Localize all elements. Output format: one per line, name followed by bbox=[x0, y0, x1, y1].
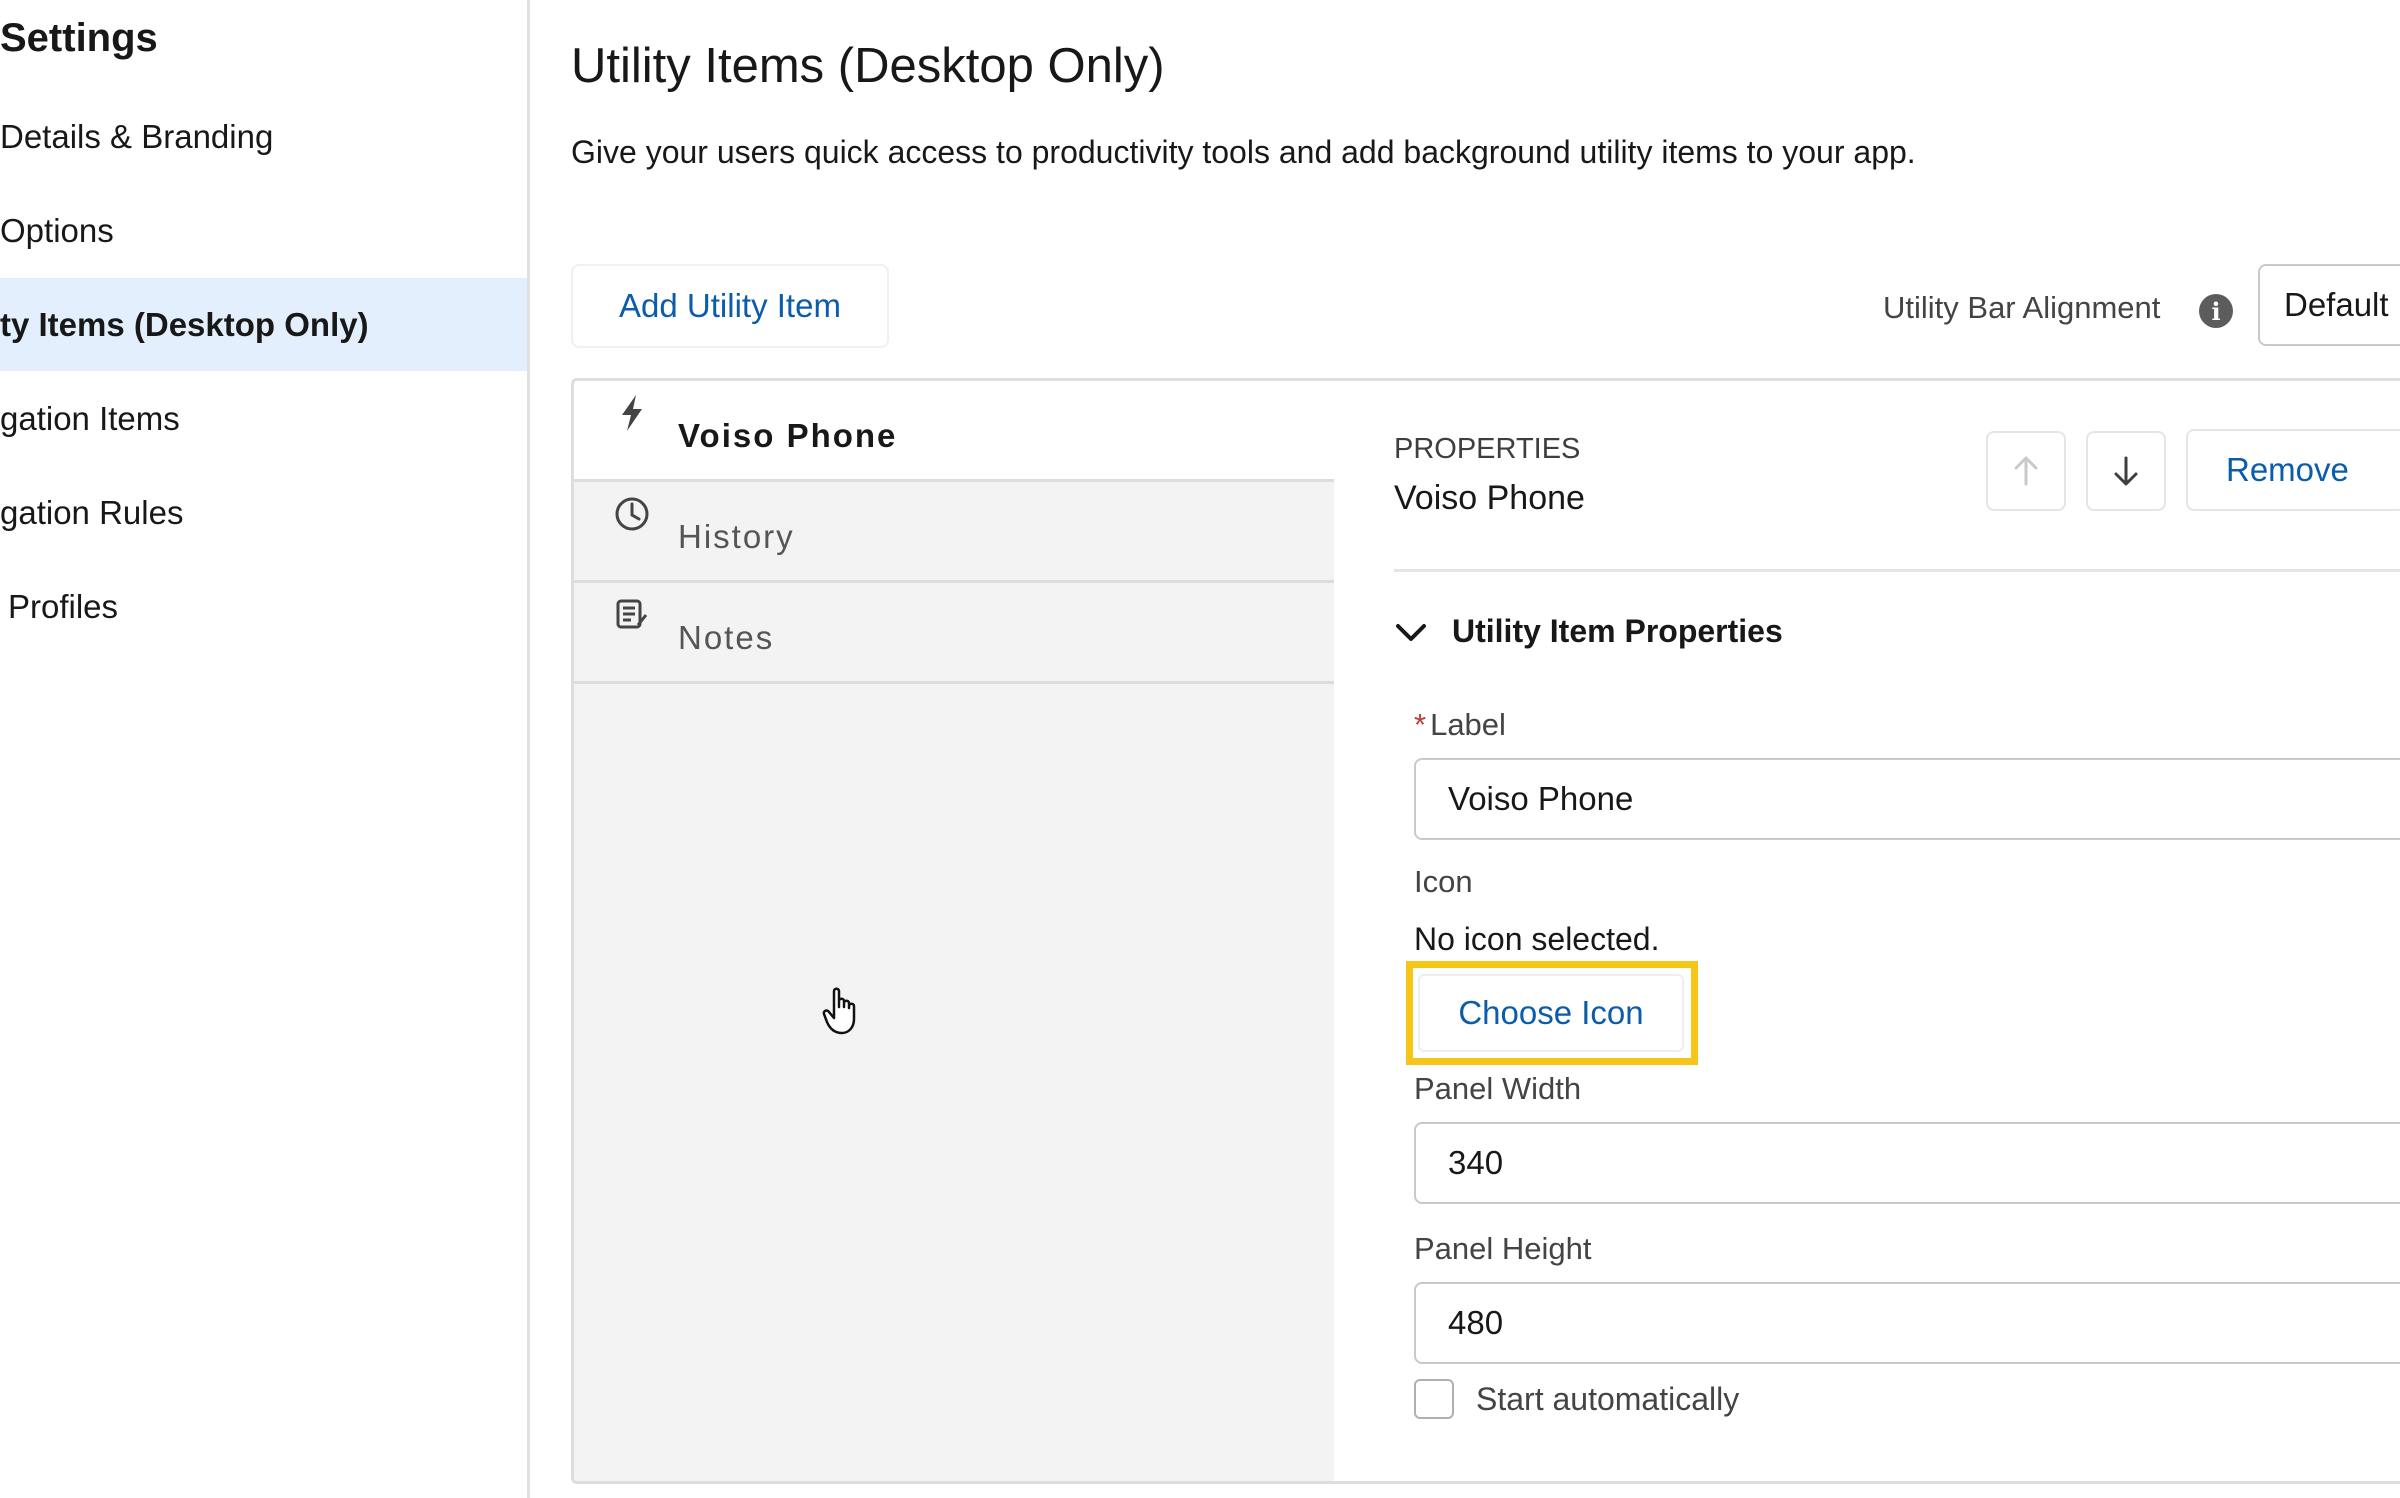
no-icon-status: No icon selected. bbox=[1414, 921, 1660, 957]
section-title: Utility Item Properties bbox=[1452, 613, 1783, 649]
label-field-label: * Label bbox=[1414, 707, 1506, 743]
move-up-button[interactable] bbox=[1986, 431, 2066, 511]
sidebar-item-label: Profiles bbox=[8, 588, 119, 625]
chevron-down-icon bbox=[1396, 624, 1426, 641]
hand-cursor-icon bbox=[822, 987, 856, 1035]
utility-item-list: Voiso Phone History Notes bbox=[574, 381, 1334, 1481]
sidebar-title: Settings bbox=[0, 16, 158, 60]
sidebar-item-options[interactable]: Options bbox=[0, 184, 527, 277]
sidebar-item-label: ty Items (Desktop Only) bbox=[0, 306, 369, 343]
choose-icon-button[interactable]: Choose Icon bbox=[1418, 974, 1684, 1052]
sidebar-item-label: gation Rules bbox=[0, 494, 184, 531]
utility-bar-alignment-select[interactable]: Default bbox=[2258, 264, 2400, 346]
utility-list-item-voiso-phone[interactable]: Voiso Phone bbox=[574, 381, 1334, 482]
start-automatically-checkbox[interactable] bbox=[1414, 1379, 1454, 1419]
page-title: Utility Items (Desktop Only) bbox=[571, 39, 1165, 93]
sidebar-item-utility-items[interactable]: ty Items (Desktop Only) bbox=[0, 278, 527, 371]
utility-list-item-label: Notes bbox=[678, 619, 775, 656]
sidebar-item-navigation-items[interactable]: gation Items bbox=[0, 372, 527, 465]
icon-field-label: Icon bbox=[1414, 864, 1473, 899]
start-automatically-label: Start automatically bbox=[1476, 1381, 1740, 1417]
sidebar-item-label: Options bbox=[0, 212, 114, 249]
panel-width-label: Panel Width bbox=[1414, 1071, 1582, 1106]
utility-items-panel: Voiso Phone History Notes PROPERTIES Voi… bbox=[571, 378, 2400, 1484]
sidebar-item-label: gation Items bbox=[0, 400, 180, 437]
panel-height-input[interactable]: 480 bbox=[1414, 1282, 2400, 1364]
properties-item-name: Voiso Phone bbox=[1394, 479, 1585, 517]
sidebar-item-details-branding[interactable]: Details & Branding bbox=[0, 90, 527, 183]
remove-button[interactable]: Remove bbox=[2186, 429, 2400, 511]
move-down-button[interactable] bbox=[2086, 431, 2166, 511]
divider bbox=[1394, 569, 2400, 572]
lightning-icon bbox=[622, 395, 642, 431]
add-utility-item-button[interactable]: Add Utility Item bbox=[571, 264, 889, 348]
sidebar: Settings Details & Branding Options ty I… bbox=[0, 0, 530, 1498]
utility-list-item-history[interactable]: History bbox=[574, 482, 1334, 583]
panel-height-label: Panel Height bbox=[1414, 1231, 1592, 1266]
properties-eyebrow: PROPERTIES bbox=[1394, 433, 1581, 465]
arrow-up-icon bbox=[2014, 456, 2038, 486]
properties-pane: PROPERTIES Voiso Phone Remove Utility It… bbox=[1334, 381, 2400, 1481]
arrow-down-icon bbox=[2114, 456, 2138, 486]
info-icon[interactable]: i bbox=[2199, 294, 2233, 328]
utility-list-item-label: History bbox=[678, 518, 795, 555]
required-marker: * bbox=[1414, 707, 1427, 742]
notes-icon bbox=[616, 599, 648, 629]
utility-list-item-label: Voiso Phone bbox=[678, 417, 898, 454]
main-content: Utility Items (Desktop Only) Give your u… bbox=[533, 0, 2400, 1498]
utility-list-item-notes[interactable]: Notes bbox=[574, 583, 1334, 684]
utility-bar-alignment-label: Utility Bar Alignment bbox=[1883, 290, 2161, 325]
label-field-text: Label bbox=[1430, 707, 1506, 742]
label-input[interactable]: Voiso Phone bbox=[1414, 758, 2400, 840]
clock-icon bbox=[615, 497, 649, 531]
sidebar-item-user-profiles[interactable]: Profiles bbox=[0, 560, 527, 653]
page-description: Give your users quick access to producti… bbox=[571, 134, 1916, 170]
panel-width-input[interactable]: 340 bbox=[1414, 1122, 2400, 1204]
sidebar-item-navigation-rules[interactable]: gation Rules bbox=[0, 466, 527, 559]
sidebar-item-label: Details & Branding bbox=[0, 118, 274, 155]
